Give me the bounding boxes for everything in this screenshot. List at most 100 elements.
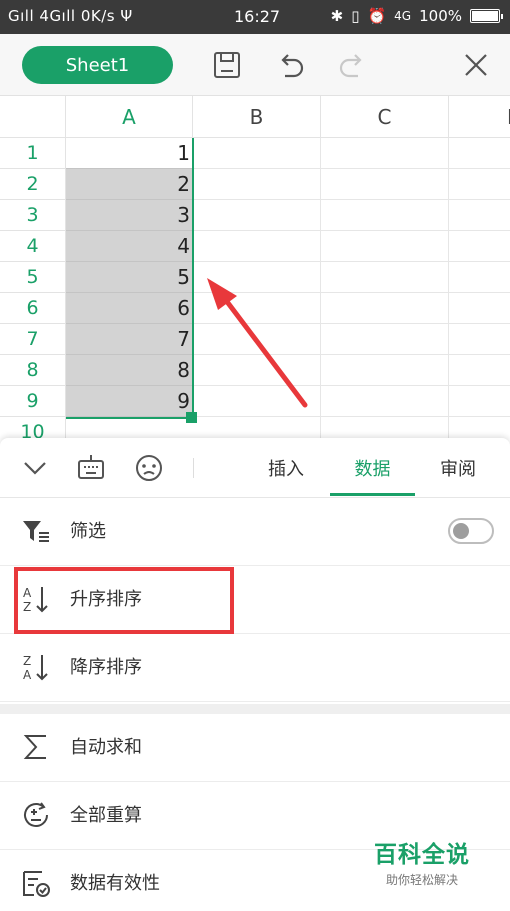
cell-a[interactable]: 4 [66,231,193,262]
row-header[interactable]: 10 [0,417,66,438]
grid-cell[interactable] [321,262,449,293]
undo-icon[interactable] [273,48,307,82]
grid-cell[interactable] [321,324,449,355]
filter-icon [23,521,49,542]
cell-a[interactable] [66,417,193,438]
grid-cell[interactable] [449,324,510,355]
grid-cell[interactable] [321,200,449,231]
watermark-title: 百科全说 [374,842,470,868]
menu-item-label: 数据有效性 [70,873,160,894]
annotation-highlight-box [14,567,234,634]
grid-cell[interactable] [193,200,321,231]
cell-a[interactable]: 2 [66,169,193,200]
watermark-subtitle: 助你轻松解决 [385,873,458,887]
grid-cell[interactable] [449,417,510,438]
data-validation-icon [23,871,50,897]
active-tab-indicator [330,493,415,496]
cell-a[interactable]: 8 [66,355,193,386]
clock: 16:27 [234,7,281,26]
grid-cell[interactable] [449,231,510,262]
redo-icon[interactable] [336,48,370,82]
grid-cell[interactable] [449,293,510,324]
selection-border [192,138,194,418]
emoji-icon[interactable] [132,451,166,485]
row-header[interactable]: 5 [0,262,66,293]
grid-cell[interactable] [193,293,321,324]
row-header[interactable]: 6 [0,293,66,324]
sum-icon [23,735,46,759]
row-header[interactable]: 7 [0,324,66,355]
close-icon[interactable] [459,48,493,82]
grid-cell[interactable] [193,386,321,417]
section-divider [0,704,510,714]
vibrate-icon: ▯ [351,7,360,25]
grid-cell[interactable] [193,169,321,200]
tab-insert[interactable]: 插入 [246,438,326,498]
recalculate-icon [24,802,48,827]
grid-cell[interactable] [449,200,510,231]
cell-a[interactable]: 6 [66,293,193,324]
row-header[interactable]: 3 [0,200,66,231]
tab-data[interactable]: 数据 [330,438,415,498]
column-header-d[interactable]: D [449,96,510,138]
row-header[interactable]: 9 [0,386,66,417]
status-icons: ✱ ▯ ⏰ 4G 100% [330,7,503,25]
sheet-tab-button[interactable]: Sheet1 [22,46,173,84]
grid-cell[interactable] [193,324,321,355]
keyboard-icon[interactable] [74,451,108,485]
cell-a[interactable]: 3 [66,200,193,231]
status-bar: Gıll 4Gıll 0K/s Ψ 16:27 ✱ ▯ ⏰ 4G 100% [0,0,510,34]
grid-cell[interactable] [193,231,321,262]
grid-cell[interactable] [321,355,449,386]
menu-item-sort-descending[interactable]: Z A 降序排序 [0,634,510,702]
grid-cell[interactable] [449,169,510,200]
grid-cell[interactable] [449,355,510,386]
cell-a[interactable]: 5 [66,262,193,293]
menu-item-auto-sum[interactable]: 自动求和 [0,714,510,782]
selection-border [66,417,193,419]
row-header[interactable]: 2 [0,169,66,200]
grid-cell[interactable] [193,138,321,169]
row-header[interactable]: 1 [0,138,66,169]
chevron-down-icon[interactable] [18,451,52,485]
cell-a[interactable]: 1 [66,138,193,169]
selection-drag-handle[interactable] [186,412,197,423]
column-header-b[interactable]: B [193,96,321,138]
grid-cell[interactable] [449,138,510,169]
grid-cell[interactable] [193,417,321,438]
cell-a[interactable]: 7 [66,324,193,355]
sort-descending-icon: Z A [23,654,48,682]
watermark: 百科全说 助你轻松解决 [368,835,476,888]
spreadsheet-grid[interactable]: A B C D 11223344556677889910 [0,96,510,438]
menu-item-label: 降序排序 [70,657,142,678]
row-header[interactable]: 8 [0,355,66,386]
column-header-c[interactable]: C [321,96,449,138]
bluetooth-icon: ✱ [330,7,344,25]
corner-cell[interactable] [0,96,66,138]
save-icon[interactable] [210,48,244,82]
signal-info: Gıll 4Gıll 0K/s Ψ [8,7,133,25]
grid-cell[interactable] [321,138,449,169]
grid-cell[interactable] [449,386,510,417]
sheet-toolbar: Sheet1 [0,34,510,96]
grid-cell[interactable] [321,386,449,417]
battery-percent: 100% [419,7,462,25]
row-header[interactable]: 4 [0,231,66,262]
panel-tab-bar: 插入 数据 审阅 [0,438,510,498]
tab-review[interactable]: 审阅 [420,438,496,498]
grid-cell[interactable] [193,262,321,293]
grid-cell[interactable] [193,355,321,386]
menu-item-label: 自动求和 [70,737,142,758]
grid-cell[interactable] [449,262,510,293]
column-header-a[interactable]: A [66,96,193,138]
svg-text:A: A [23,668,32,682]
grid-cell[interactable] [321,293,449,324]
filter-toggle[interactable] [448,518,494,544]
alarm-icon: ⏰ [367,7,387,25]
cell-a[interactable]: 9 [66,386,193,417]
svg-text:Z: Z [23,654,31,668]
grid-cell[interactable] [321,417,449,438]
menu-item-filter[interactable]: 筛选 [0,498,510,566]
grid-cell[interactable] [321,231,449,262]
grid-cell[interactable] [321,169,449,200]
